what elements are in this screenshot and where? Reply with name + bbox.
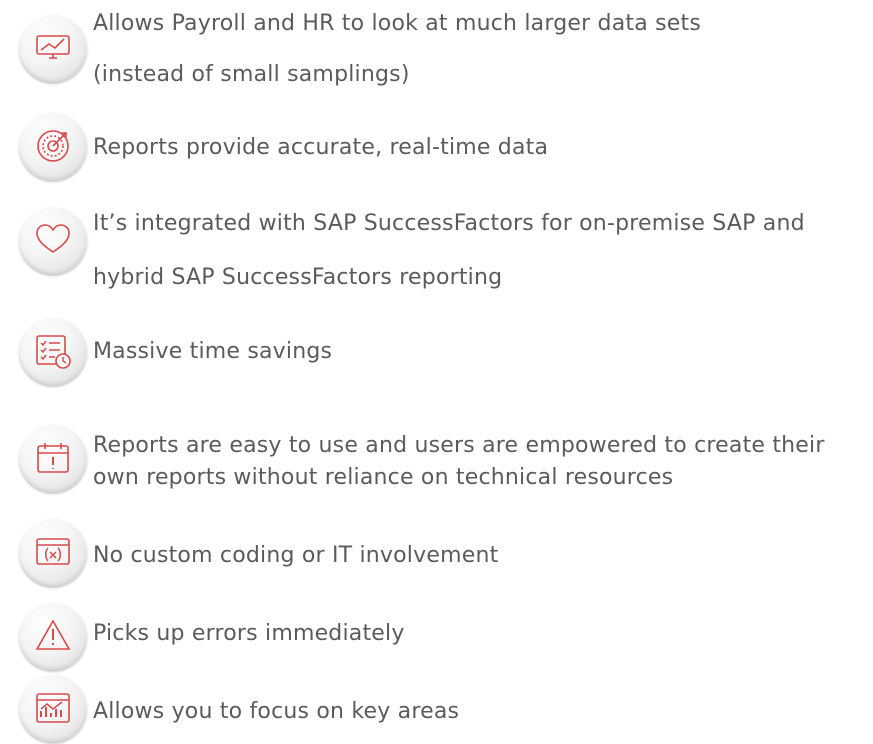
benefit-line-1: Allows Payroll and HR to look at much la… (93, 11, 701, 36)
benefit-text-data-sets: Allows Payroll and HR to look at much la… (93, 2, 861, 97)
heart-icon (36, 224, 70, 253)
warning-icon (35, 619, 71, 650)
dashboard-chart-badge (19, 674, 87, 742)
benefit-line-1: Reports are easy to use and users are em… (93, 433, 825, 458)
benefit-text-no-coding: No custom coding or IT involvement (93, 534, 861, 578)
benefit-line-1: Massive time savings (93, 339, 333, 364)
benefit-line-1: It’s integrated with SAP SuccessFactors … (93, 211, 805, 236)
benefit-text-real-time: Reports provide accurate, real-time data (93, 126, 861, 170)
calendar-alert-badge (19, 424, 87, 492)
benefit-text-easy-to-use: Reports are easy to use and users are em… (93, 430, 861, 494)
monitor-chart-icon (36, 35, 70, 59)
calendar-alert-icon (37, 443, 69, 473)
benefit-line-2: hybrid SAP SuccessFactors reporting (93, 265, 503, 290)
benefit-line-1: Picks up errors immediately (93, 621, 405, 646)
warning-badge (19, 602, 87, 670)
benefit-text-integrated: It’s integrated with SAP SuccessFactors … (93, 202, 861, 300)
target-badge (19, 112, 87, 180)
benefit-line-2: (instead of small samplings) (93, 62, 410, 87)
dashboard-chart-icon (36, 693, 70, 723)
benefit-line-1: Allows you to focus on key areas (93, 699, 460, 724)
target-icon (37, 130, 69, 162)
benefit-text-errors: Picks up errors immediately (93, 612, 861, 656)
code-window-badge (19, 518, 87, 586)
benefit-line-1: No custom coding or IT involvement (93, 543, 499, 568)
monitor-chart-badge (19, 14, 87, 82)
checklist-clock-icon (36, 335, 71, 369)
benefit-text-focus: Allows you to focus on key areas (93, 690, 861, 734)
benefit-line-1: Reports provide accurate, real-time data (93, 135, 549, 160)
checklist-clock-badge (19, 317, 87, 385)
code-window-icon (36, 538, 70, 565)
heart-badge (19, 206, 87, 274)
benefit-text-time-savings: Massive time savings (93, 330, 861, 374)
benefit-line-2: own reports without reliance on technica… (93, 465, 674, 490)
